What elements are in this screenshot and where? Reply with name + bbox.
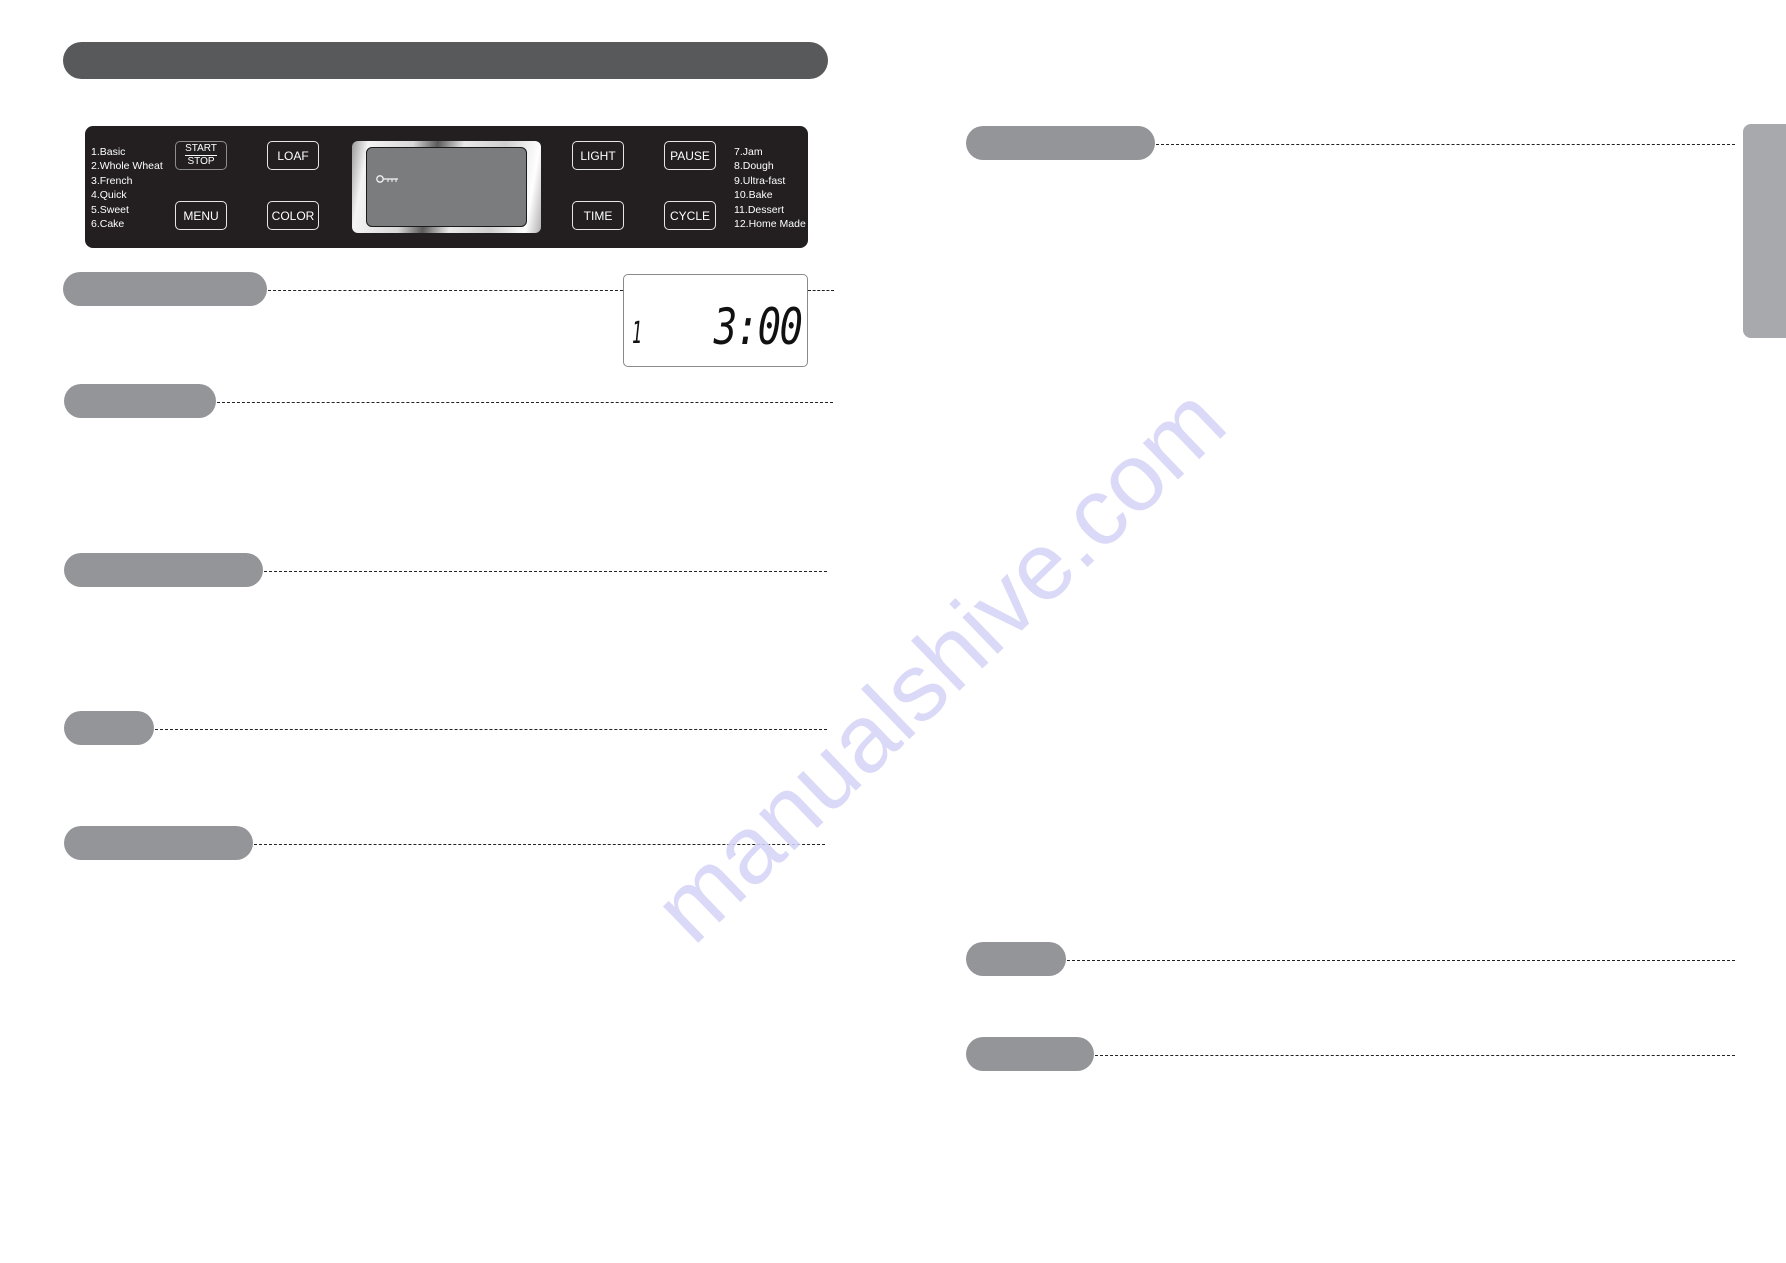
program-item: 11.Dessert	[734, 203, 784, 216]
chapter-tab[interactable]	[1743, 124, 1786, 338]
section-divider	[264, 571, 827, 572]
key-icon	[376, 175, 398, 183]
program-list-right: 7.Jam 8.Dough 9.Ultra-fast 10.Bake 11.De…	[734, 145, 806, 231]
section-divider	[1095, 1055, 1735, 1056]
program-item: 6.Cake	[91, 218, 125, 231]
section-divider	[254, 844, 825, 845]
section-divider	[217, 402, 833, 403]
section-heading-pill	[966, 942, 1066, 976]
stop-label: STOP	[187, 156, 215, 167]
section-heading-pill	[64, 826, 253, 860]
section-heading-pill	[966, 1037, 1094, 1071]
time-button[interactable]: TIME	[572, 201, 624, 230]
section-divider	[1067, 960, 1735, 961]
program-item: 9.Ultra-fast	[734, 174, 786, 187]
watermark-text: manualshive.com	[633, 366, 1246, 963]
section-divider	[808, 290, 834, 291]
cycle-button[interactable]: CYCLE	[664, 201, 716, 230]
program-list-left: 1.Basic 2.Whole Wheat 3.French 4.Quick 5…	[91, 145, 163, 231]
section-heading-pill	[966, 126, 1155, 160]
section-divider	[155, 729, 827, 730]
section-heading-pill	[64, 553, 263, 587]
lcd-display: 1 3:00	[623, 274, 808, 367]
section-heading-pill	[63, 272, 267, 306]
program-item: 12.Home Made	[734, 218, 806, 231]
program-item: 10.Bake	[734, 189, 773, 202]
section-divider	[268, 290, 623, 291]
menu-button[interactable]: MENU	[175, 201, 227, 230]
lcd-time: 3:00	[713, 298, 802, 356]
section-heading-pill	[64, 384, 216, 418]
lcd-program-number: 1	[632, 316, 642, 351]
start-stop-button[interactable]: START STOP	[175, 141, 227, 170]
program-item: 1.Basic	[91, 146, 126, 158]
color-button[interactable]: COLOR	[267, 201, 319, 230]
loaf-button[interactable]: LOAF	[267, 141, 319, 170]
pause-button[interactable]: PAUSE	[664, 141, 716, 170]
program-item: 7.Jam	[734, 146, 763, 158]
section-divider	[1156, 144, 1735, 145]
page-title-bar	[63, 42, 828, 79]
program-item: 2.Whole Wheat	[91, 160, 163, 173]
program-item: 8.Dough	[734, 160, 774, 173]
section-heading-pill	[64, 711, 154, 745]
display-screen	[366, 147, 527, 227]
program-item: 4.Quick	[91, 189, 127, 202]
start-label: START	[185, 143, 217, 156]
program-item: 5.Sweet	[91, 203, 129, 216]
program-item: 3.French	[91, 174, 133, 187]
light-button[interactable]: LIGHT	[572, 141, 624, 170]
